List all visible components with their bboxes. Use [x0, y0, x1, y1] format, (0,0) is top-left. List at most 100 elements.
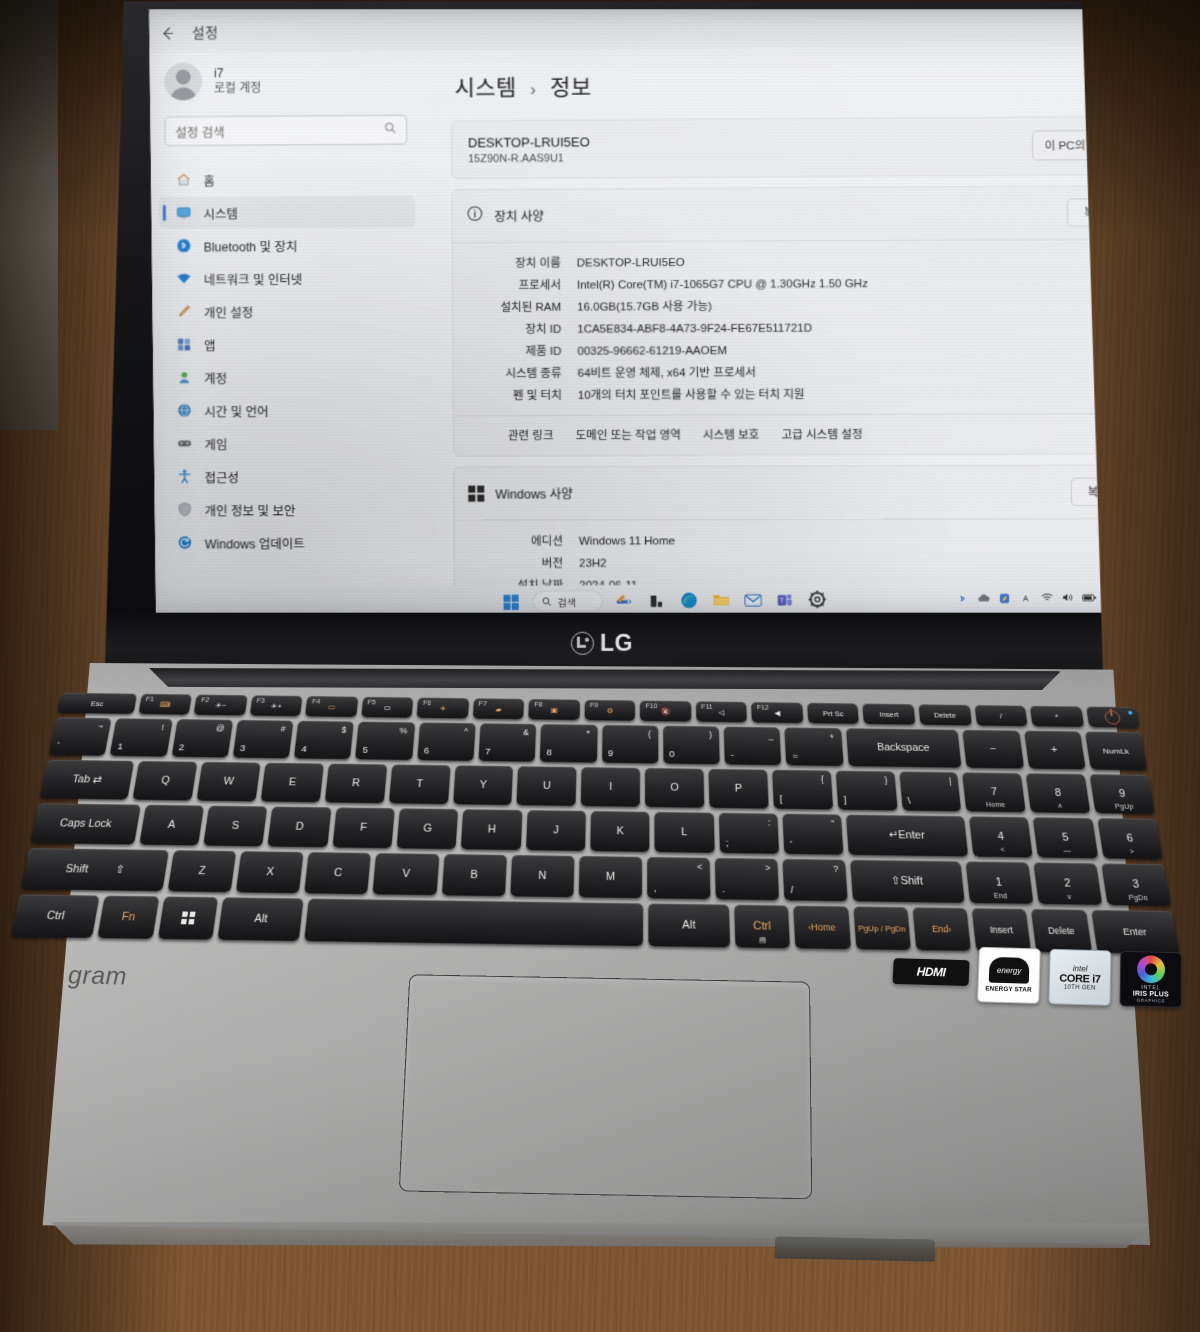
key-numpad-5[interactable]: 5—: [1033, 817, 1099, 859]
key-k[interactable]: K: [590, 811, 650, 852]
key-a[interactable]: A: [138, 804, 204, 846]
key-u[interactable]: U: [516, 766, 577, 806]
sidebar-item-network-internet[interactable]: 네트워크 및 인터넷: [159, 261, 416, 294]
key-z[interactable]: Z: [167, 850, 237, 893]
key-semicolon[interactable]: :;: [718, 812, 780, 854]
key-delete-top[interactable]: Delete: [918, 704, 972, 726]
touchpad[interactable]: [398, 974, 813, 1200]
key-m[interactable]: M: [578, 855, 642, 899]
microsoft-edge-icon[interactable]: [678, 590, 699, 611]
onedrive-tray-icon[interactable]: [977, 591, 991, 605]
key-0[interactable]: ) 0: [663, 725, 720, 765]
key-e[interactable]: E: [260, 762, 324, 803]
key-2[interactable]: @2: [171, 719, 233, 758]
key-insert[interactable]: Insert: [971, 908, 1032, 952]
key-ctrl-left[interactable]: Ctrl: [10, 894, 100, 938]
breadcrumb-root[interactable]: 시스템: [455, 75, 517, 100]
key-9[interactable]: (9: [601, 724, 659, 764]
windows-key-icon[interactable]: [157, 896, 218, 940]
key-home[interactable]: ‹ Home: [793, 905, 851, 950]
key-ctrl-right[interactable]: Ctrl ▤: [734, 904, 791, 949]
key-f5[interactable]: F5 ▭: [361, 696, 414, 718]
device-specs-header[interactable]: 장치 사양 복사: [452, 186, 1175, 242]
volume-tray-icon[interactable]: [1061, 590, 1075, 604]
search-input[interactable]: 설정 검색: [165, 115, 408, 146]
key-numpad-3[interactable]: 3 PgDn: [1101, 863, 1172, 906]
key-i[interactable]: I: [581, 767, 641, 807]
battery-tray-icon[interactable]: [1082, 590, 1096, 604]
key-f12[interactable]: F12 ◀: [751, 702, 804, 724]
key-numpad-9[interactable]: 9 PgUp: [1089, 774, 1156, 815]
sidebar-item-windows-update[interactable]: Windows 업데이트: [160, 526, 418, 559]
link-domain-workgroup[interactable]: 도메인 또는 작업 영역: [576, 427, 681, 443]
key-numpad-add[interactable]: +: [1023, 730, 1086, 770]
key-f2[interactable]: F2 ☀−: [193, 694, 248, 716]
key-numpad-divide[interactable]: /: [974, 705, 1028, 727]
key-s[interactable]: S: [203, 805, 268, 847]
key-bracket-left[interactable]: {[: [772, 769, 833, 810]
key-f9[interactable]: F9 ⚙: [584, 699, 636, 721]
key-v[interactable]: V: [372, 853, 439, 896]
key-7[interactable]: & 7: [478, 723, 537, 762]
key-alt-right[interactable]: Alt: [648, 903, 731, 948]
key-pgup-pgdn[interactable]: PgUp / PgDn: [853, 906, 911, 951]
key-backslash[interactable]: | \: [898, 771, 962, 812]
key-numpad-1[interactable]: 1 End: [965, 861, 1034, 904]
key-enter[interactable]: ↵ Enter: [846, 814, 969, 857]
sidebar-item-system[interactable]: 시스템: [159, 195, 416, 228]
settings-gear-icon[interactable]: [807, 589, 828, 610]
key-shift-right[interactable]: ⇧ Shift: [850, 859, 965, 903]
link-system-protection[interactable]: 시스템 보호: [703, 426, 760, 442]
key-c[interactable]: C: [304, 852, 372, 895]
sidebar-item-privacy-security[interactable]: 개인 정보 및 보안: [160, 493, 418, 526]
key-j[interactable]: J: [525, 810, 586, 851]
sidebar-item-accounts[interactable]: 계정: [159, 360, 416, 393]
key-delete[interactable]: Delete: [1031, 909, 1092, 953]
wifi-tray-icon[interactable]: [1040, 591, 1054, 605]
account-summary[interactable]: i7 로컬 계정: [150, 51, 420, 105]
key-f6[interactable]: F6 ✈: [416, 697, 469, 719]
key-numpad-4[interactable]: 4 <: [969, 816, 1034, 858]
sidebar-item-accessibility[interactable]: 접근성: [160, 460, 417, 493]
key-4[interactable]: $4: [293, 720, 355, 760]
key-minus[interactable]: _ -: [723, 726, 782, 766]
mail-icon[interactable]: [742, 589, 763, 610]
key-f3[interactable]: F3 ☀+: [249, 695, 303, 717]
widgets-icon[interactable]: [646, 590, 667, 611]
key-caps-lock[interactable]: Caps Lock: [30, 803, 141, 845]
key-8[interactable]: * 8: [540, 724, 598, 763]
sidebar-item-home[interactable]: 홈: [159, 163, 416, 196]
lg-control-center-icon[interactable]: [614, 590, 635, 611]
key-b[interactable]: B: [441, 854, 507, 897]
key-y[interactable]: Y: [452, 765, 514, 805]
bluetooth-tray-icon[interactable]: [956, 591, 970, 605]
key-equals[interactable]: + =: [784, 727, 844, 766]
key-5[interactable]: % 5: [355, 721, 415, 761]
key-alt-left[interactable]: Alt: [217, 897, 304, 941]
key-1[interactable]: ! 1: [109, 718, 173, 757]
key-w[interactable]: W: [196, 761, 261, 802]
key-d[interactable]: D: [267, 806, 332, 848]
key-insert-top[interactable]: Insert: [862, 703, 916, 725]
key-shift-left[interactable]: Shift ⇧: [20, 848, 169, 892]
key-backtick[interactable]: ~ `: [48, 717, 112, 756]
sidebar-item-apps[interactable]: 앱: [159, 327, 416, 360]
key-3[interactable]: #3: [232, 719, 294, 759]
key-print-screen[interactable]: Prt Sc: [807, 702, 860, 724]
key-numpad-subtract[interactable]: −: [962, 729, 1024, 769]
key-f11[interactable]: F11 ◁: [695, 701, 748, 723]
key-6[interactable]: ^ 6: [416, 722, 476, 761]
key-f7[interactable]: F7 ▰: [472, 698, 525, 720]
key-numpad-multiply[interactable]: *: [1029, 705, 1084, 727]
key-tab[interactable]: Tab ⇄: [39, 759, 135, 800]
key-x[interactable]: X: [236, 851, 304, 894]
key-quote[interactable]: " ': [782, 813, 844, 855]
taskbar-search-box[interactable]: 검색: [533, 590, 604, 613]
key-f[interactable]: F: [332, 807, 395, 849]
key-f8[interactable]: F8 ▣: [528, 699, 580, 720]
key-h[interactable]: H: [461, 809, 523, 851]
key-f1[interactable]: F1 ⌨: [138, 693, 193, 715]
key-comma[interactable]: <,: [647, 856, 711, 900]
ime-korean-indicator[interactable]: A: [1019, 591, 1033, 605]
key-spacebar[interactable]: [304, 898, 643, 947]
